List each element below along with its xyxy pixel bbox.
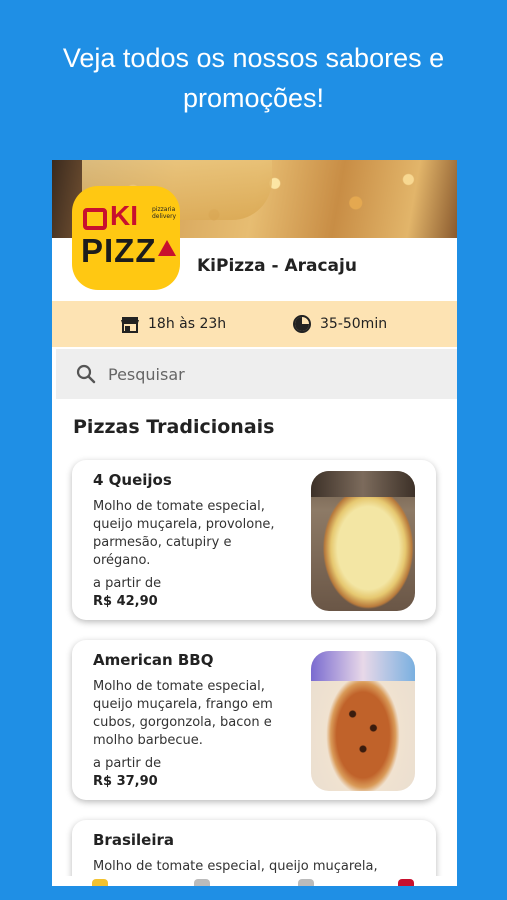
product-name: 4 Queijos — [93, 471, 172, 489]
product-description: Molho de tomate especial, queijo muçarel… — [93, 499, 275, 568]
price-prefix: a partir de — [93, 756, 162, 771]
nav-item-cart[interactable] — [398, 879, 414, 886]
app-screen: KI pizzaria delivery PIZZ KiPizza - Arac… — [52, 160, 457, 886]
store-logo: KI pizzaria delivery PIZZ — [72, 186, 180, 290]
search-icon — [76, 364, 96, 384]
product-description: Molho de tomate especial, queijo muçarel… — [93, 679, 273, 748]
logo-text-bottom: PIZZ — [81, 232, 157, 269]
opening-hours: 18h às 23h — [120, 301, 226, 347]
logo-mark — [83, 208, 107, 230]
store-name: KiPizza - Aracaju — [197, 256, 357, 276]
product-price: R$ 42,90 — [93, 594, 158, 609]
product-image — [311, 471, 415, 611]
search-bar[interactable]: Pesquisar — [56, 349, 457, 399]
bottom-navigation — [52, 876, 457, 886]
product-description: Molho de tomate especial, queijo muçarel… — [93, 859, 378, 874]
nav-item-menu[interactable] — [92, 879, 108, 886]
image-background — [311, 471, 415, 497]
nav-item-orders[interactable] — [298, 879, 314, 886]
store-icon — [121, 317, 139, 333]
clock-icon — [293, 315, 311, 333]
delivery-time: 35-50min — [292, 301, 387, 347]
product-image — [311, 651, 415, 791]
product-card[interactable]: American BBQ Molho de tomate especial, q… — [72, 640, 436, 800]
product-name: American BBQ — [93, 651, 214, 669]
logo-triangle — [158, 240, 176, 256]
delivery-time-text: 35-50min — [320, 316, 388, 332]
search-input[interactable]: Pesquisar — [108, 365, 185, 384]
nav-item-search[interactable] — [194, 879, 210, 886]
image-background — [311, 651, 415, 681]
product-price: R$ 37,90 — [93, 774, 158, 789]
section-title: Pizzas Tradicionais — [73, 416, 275, 438]
logo-text-top: KI — [110, 200, 138, 231]
hours-text: 18h às 23h — [148, 316, 227, 332]
product-card[interactable]: 4 Queijos Molho de tomate especial, quei… — [72, 460, 436, 620]
product-name: Brasileira — [93, 831, 174, 849]
logo-tagline: pizzaria delivery — [152, 206, 177, 220]
price-prefix: a partir de — [93, 576, 162, 591]
store-info-bar: 18h às 23h 35-50min — [52, 301, 457, 347]
headline: Veja todos os nossos sabores e promoções… — [62, 43, 445, 113]
